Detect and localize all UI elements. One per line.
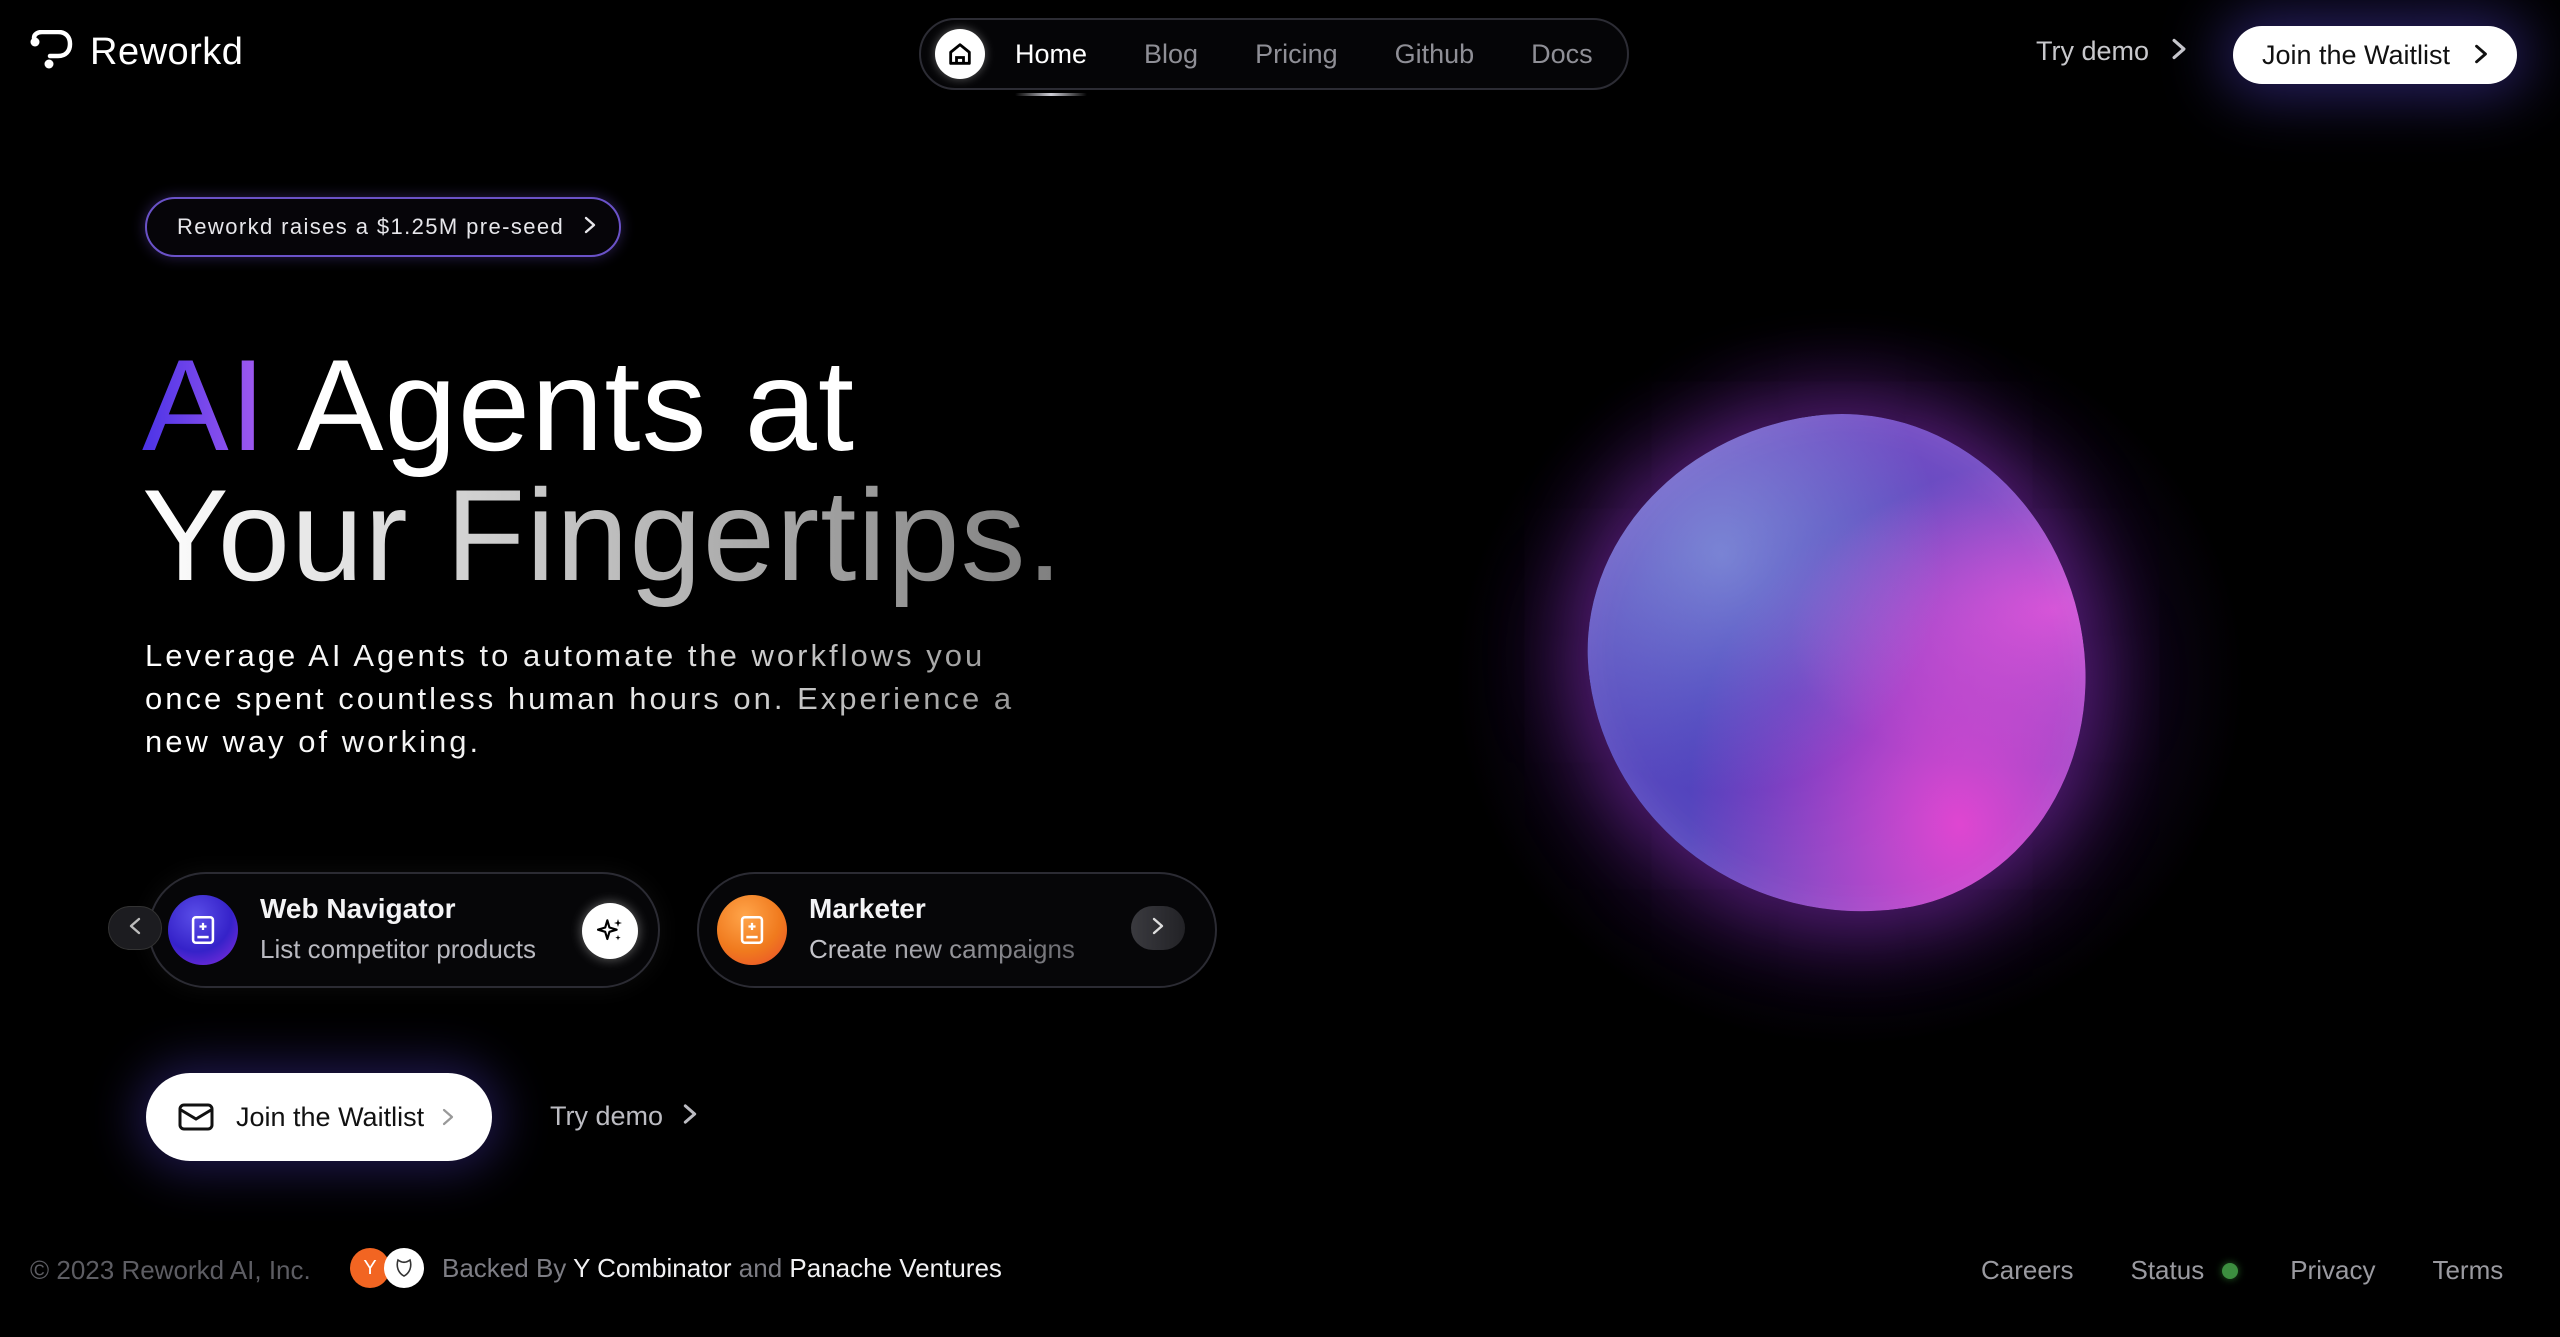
header-join-waitlist-label: Join the Waitlist bbox=[2261, 39, 2451, 70]
hero-title: AI Agents at Your Fingertips. bbox=[142, 340, 1064, 600]
sparkle-icon[interactable] bbox=[582, 903, 638, 959]
announcement-pill[interactable]: Reworkd raises a $1.25M pre-seed bbox=[145, 197, 621, 257]
footer-links: Careers Status Privacy Terms bbox=[1981, 1255, 2503, 1286]
join-waitlist-button[interactable]: Join the Waitlist bbox=[146, 1073, 492, 1161]
backer-panache-ventures[interactable]: Panache Ventures bbox=[789, 1253, 1002, 1283]
agent-carousel: Web Navigator List competitor products M… bbox=[108, 872, 1217, 990]
hero-subtitle: Leverage AI Agents to automate the workf… bbox=[145, 634, 1075, 763]
carousel-next-button[interactable] bbox=[1131, 906, 1185, 950]
backed-by-label: Backed By bbox=[442, 1252, 567, 1283]
reworkd-logo-icon bbox=[30, 29, 74, 75]
agent-name: Web Navigator bbox=[260, 893, 456, 924]
chevron-right-icon bbox=[584, 214, 596, 240]
nav-item-pricing[interactable]: Pricing bbox=[1255, 39, 1338, 70]
header-try-demo-link[interactable]: Try demo bbox=[2036, 36, 2187, 67]
header-join-waitlist-button[interactable]: Join the Waitlist bbox=[2233, 26, 2517, 84]
hero-title-line1: Agents at bbox=[296, 332, 856, 478]
footer-link-status[interactable]: Status bbox=[2130, 1255, 2204, 1286]
try-demo-label: Try demo bbox=[550, 1101, 664, 1131]
agent-description: List competitor products bbox=[260, 934, 537, 964]
agent-description: Create new campaigns bbox=[809, 928, 1075, 970]
nav-item-home[interactable]: Home bbox=[1015, 39, 1088, 96]
book-icon bbox=[168, 895, 238, 965]
chevron-left-icon bbox=[129, 917, 141, 940]
agent-name: Marketer bbox=[809, 893, 926, 924]
agent-card-web-navigator[interactable]: Web Navigator List competitor products bbox=[148, 872, 660, 988]
nav-item-docs[interactable]: Docs bbox=[1531, 39, 1593, 70]
chevron-right-icon bbox=[1152, 917, 1164, 940]
mail-icon bbox=[178, 1102, 214, 1132]
brand-logo[interactable]: Reworkd bbox=[30, 29, 244, 75]
status-indicator-dot bbox=[2222, 1262, 2239, 1279]
backer-y-combinator[interactable]: Y Combinator bbox=[573, 1253, 732, 1283]
header-try-demo-label: Try demo bbox=[2036, 36, 2150, 66]
chevron-right-icon bbox=[442, 1108, 454, 1126]
join-waitlist-label: Join the Waitlist bbox=[236, 1101, 425, 1132]
backed-by-text: Backed By Y Combinator and Panache Ventu… bbox=[442, 1253, 1002, 1284]
footer-link-careers[interactable]: Careers bbox=[1981, 1255, 2073, 1286]
footer-link-privacy[interactable]: Privacy bbox=[2290, 1255, 2375, 1286]
chevron-right-icon bbox=[2171, 36, 2187, 67]
try-demo-link[interactable]: Try demo bbox=[550, 1101, 697, 1132]
backed-by-and: and bbox=[738, 1252, 783, 1283]
panache-ventures-icon bbox=[384, 1248, 424, 1288]
home-icon[interactable] bbox=[935, 29, 985, 79]
footer-link-terms[interactable]: Terms bbox=[2432, 1255, 2503, 1286]
nav-item-blog[interactable]: Blog bbox=[1144, 39, 1198, 70]
brand-name: Reworkd bbox=[90, 31, 244, 73]
hero-title-ai: AI bbox=[142, 332, 267, 478]
main-nav: Home Blog Pricing Github Docs bbox=[919, 18, 1629, 96]
nav-item-github[interactable]: Github bbox=[1395, 39, 1475, 70]
chevron-right-icon bbox=[683, 1101, 697, 1132]
announcement-text: Reworkd raises a $1.25M pre-seed bbox=[177, 214, 565, 239]
book-icon bbox=[717, 895, 787, 965]
backers: Y Backed By Y Combinator and Panache Ven… bbox=[350, 1248, 1002, 1288]
copyright-text: © 2023 Reworkd AI, Inc. bbox=[30, 1255, 311, 1285]
chevron-right-icon bbox=[2474, 40, 2488, 71]
carousel-prev-button[interactable] bbox=[108, 906, 162, 950]
hero-title-line2: Your Fingertips. bbox=[142, 462, 1064, 608]
